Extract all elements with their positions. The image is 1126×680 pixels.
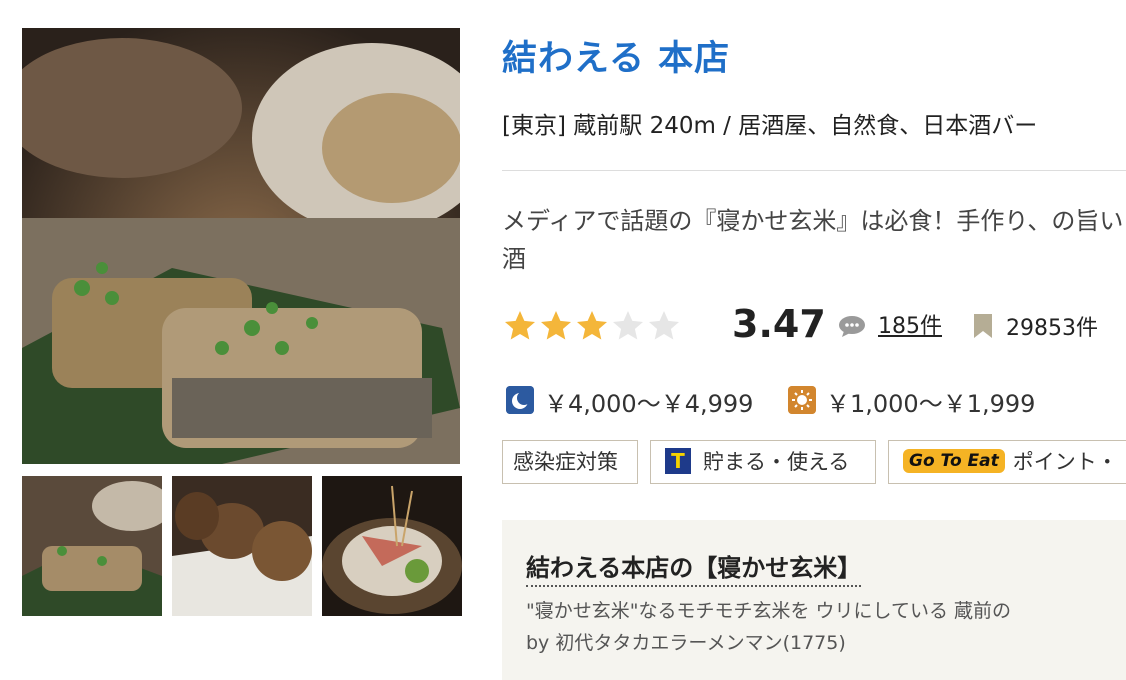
star-empty-icon xyxy=(649,311,679,340)
divider xyxy=(502,170,1126,171)
badge-row: 感染症対策 T 貯まる・使える Go To Eat ポイント・ xyxy=(502,440,1126,488)
gotoeat-logo: Go To Eat xyxy=(903,449,1005,473)
review-title-link[interactable]: 結わえる本店の【寝かせ玄米】 xyxy=(526,548,862,587)
review-author: by 初代タタカエラーメンマン(1775) xyxy=(526,632,846,654)
rating-stars xyxy=(502,308,682,344)
dinner-price: ￥4,000～￥4,999 xyxy=(544,390,754,418)
tpoint-badge[interactable]: T 貯まる・使える xyxy=(650,440,876,484)
main-photo[interactable] xyxy=(22,28,460,464)
moon-icon xyxy=(506,386,534,414)
infection-control-badge[interactable]: 感染症対策 xyxy=(502,440,638,484)
star-icon xyxy=(505,311,535,340)
review-count-link[interactable]: 185件 xyxy=(878,308,942,340)
area-genre: [東京] 蔵前駅 240m / 居酒屋、自然食、日本酒バー xyxy=(502,113,1038,139)
rating-score: 3.47 xyxy=(732,302,826,346)
restaurant-name-link[interactable]: 結わえる 本店 xyxy=(502,30,730,81)
tpoint-icon: T xyxy=(665,448,691,474)
review-snippet: "寝かせ玄米"なるモチモチ玄米を ウリにしている 蔵前の xyxy=(526,600,1011,622)
star-icon xyxy=(577,311,607,340)
star-icon xyxy=(541,311,571,340)
lunch-price: ￥1,000～￥1,999 xyxy=(826,390,1036,418)
tpoint-label: 貯まる・使える xyxy=(703,450,850,474)
bookmark-icon xyxy=(974,314,992,338)
bookmark-count: 29853件 xyxy=(1006,316,1098,341)
sun-icon xyxy=(788,386,816,414)
gotoeat-label: ポイント・ xyxy=(1012,450,1118,474)
comment-icon xyxy=(839,316,865,337)
gotoeat-badge[interactable]: Go To Eat ポイント・ xyxy=(888,440,1126,484)
catch-copy: メディアで話題の『寝かせ玄米』は必食！手作り、の旨い酒 xyxy=(502,207,1124,273)
star-empty-icon xyxy=(613,311,643,340)
thumbnail-photo[interactable] xyxy=(322,476,462,616)
thumbnail-photo[interactable] xyxy=(172,476,312,616)
rating-row: 3.47 185件 29853件 xyxy=(502,302,1126,348)
thumbnail-photo[interactable] xyxy=(22,476,162,616)
review-card: 結わえる本店の【寝かせ玄米】 "寝かせ玄米"なるモチモチ玄米を ウリにしている … xyxy=(502,520,1126,680)
